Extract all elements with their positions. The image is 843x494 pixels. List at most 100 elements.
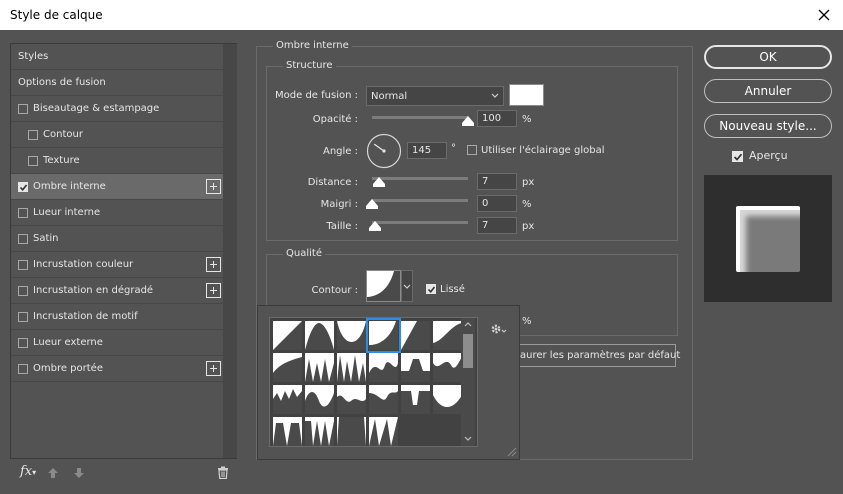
contour-preset-tile[interactable] bbox=[337, 417, 366, 446]
sidebar-item-label: Lueur externe bbox=[33, 337, 103, 348]
contour-preset-tile[interactable] bbox=[433, 353, 462, 382]
contour-preset-tile[interactable] bbox=[433, 385, 462, 414]
add-effect-icon[interactable] bbox=[206, 361, 221, 376]
contour-preset-tile[interactable] bbox=[337, 353, 366, 382]
preview-checkbox[interactable] bbox=[732, 151, 743, 162]
fx-icon[interactable]: fx▾ bbox=[20, 464, 36, 479]
add-effect-icon[interactable] bbox=[206, 179, 221, 194]
global-light-checkbox[interactable] bbox=[467, 145, 477, 155]
contour-preset-tile[interactable] bbox=[401, 321, 430, 350]
sidebar-item[interactable]: Texture bbox=[11, 148, 223, 174]
sidebar-item-checkbox[interactable] bbox=[18, 260, 28, 270]
sidebar-item-checkbox[interactable] bbox=[18, 104, 28, 114]
sidebar-item[interactable]: Incrustation en dégradé bbox=[11, 278, 223, 304]
angle-input[interactable]: 145 bbox=[407, 142, 447, 159]
contour-preset-tile[interactable] bbox=[401, 385, 430, 414]
sidebar-item-checkbox[interactable] bbox=[28, 156, 38, 166]
contour-preset-tile[interactable] bbox=[305, 385, 334, 414]
opacity-input[interactable]: 100 bbox=[477, 110, 517, 127]
choke-slider[interactable] bbox=[372, 199, 468, 202]
blend-mode-value: Normal bbox=[371, 91, 408, 102]
size-slider-thumb[interactable] bbox=[368, 221, 381, 231]
arrow-down-icon[interactable] bbox=[73, 467, 85, 479]
contour-preset-tile[interactable] bbox=[337, 321, 366, 350]
opacity-slider-thumb[interactable] bbox=[462, 116, 474, 126]
contour-preset-tile[interactable] bbox=[401, 353, 430, 382]
distance-input[interactable]: 7 bbox=[477, 173, 517, 190]
contour-preset-tile[interactable] bbox=[273, 417, 302, 446]
sidebar-item[interactable]: Lueur externe bbox=[11, 330, 223, 356]
trash-icon[interactable] bbox=[217, 466, 229, 479]
preview-label: Aperçu bbox=[749, 149, 788, 162]
sidebar-item-checkbox[interactable] bbox=[18, 182, 28, 192]
sidebar-item[interactable]: Options de fusion bbox=[11, 70, 223, 96]
sidebar-item[interactable]: Contour bbox=[11, 122, 223, 148]
preview-thumbnail bbox=[704, 175, 832, 302]
contour-preset-tile[interactable] bbox=[369, 417, 398, 446]
add-effect-icon[interactable] bbox=[206, 257, 221, 272]
sidebar-item-checkbox[interactable] bbox=[18, 208, 28, 218]
blend-mode-select[interactable]: Normal bbox=[366, 86, 504, 106]
add-effect-icon[interactable] bbox=[206, 283, 221, 298]
contour-preset-tile[interactable] bbox=[433, 321, 462, 350]
inner-shadow-title: Ombre interne bbox=[273, 40, 352, 51]
sidebar-item[interactable]: Ombre portée bbox=[11, 356, 223, 382]
shadow-color-swatch[interactable] bbox=[509, 84, 544, 106]
chevron-up-icon[interactable] bbox=[464, 321, 472, 327]
distance-unit: px bbox=[522, 177, 535, 188]
cancel-button[interactable]: Annuler bbox=[704, 79, 832, 103]
contour-preview[interactable] bbox=[366, 270, 401, 302]
contour-preset-tile[interactable] bbox=[305, 353, 334, 382]
sidebar-item-label: Incrustation couleur bbox=[33, 259, 134, 270]
chevron-down-icon[interactable] bbox=[464, 436, 472, 442]
contour-preset-tile[interactable] bbox=[273, 321, 302, 350]
sidebar-item[interactable]: Lueur interne bbox=[11, 200, 223, 226]
new-style-button[interactable]: Nouveau style... bbox=[704, 114, 832, 138]
sidebar-item[interactable]: Styles bbox=[11, 44, 223, 70]
resize-grip-icon[interactable] bbox=[507, 447, 517, 457]
contour-preset-tile[interactable] bbox=[305, 321, 334, 350]
style-list-scrollbar[interactable] bbox=[223, 44, 237, 458]
contour-preset-tile[interactable] bbox=[369, 385, 398, 414]
distance-slider[interactable] bbox=[372, 177, 468, 180]
contour-preset-tile[interactable] bbox=[273, 385, 302, 414]
size-input[interactable]: 7 bbox=[477, 217, 517, 234]
antialias-label: Lissé bbox=[440, 284, 465, 295]
distance-slider-thumb[interactable] bbox=[372, 177, 385, 187]
sidebar-item[interactable]: Satin bbox=[11, 226, 223, 252]
close-icon[interactable] bbox=[813, 4, 835, 26]
contour-picker-scroll-thumb[interactable] bbox=[463, 334, 473, 368]
sidebar-item-checkbox[interactable] bbox=[18, 286, 28, 296]
opacity-slider[interactable] bbox=[372, 116, 468, 119]
antialias-checkbox[interactable] bbox=[426, 284, 436, 294]
sidebar-item-checkbox[interactable] bbox=[18, 364, 28, 374]
sidebar-item[interactable]: Biseautage & estampage bbox=[11, 96, 223, 122]
contour-preset-tile[interactable] bbox=[305, 417, 334, 446]
sidebar-item[interactable]: Ombre interne bbox=[11, 174, 223, 200]
sidebar-item-checkbox[interactable] bbox=[18, 338, 28, 348]
contour-preset-tile[interactable] bbox=[337, 385, 366, 414]
opacity-unit: % bbox=[522, 114, 532, 125]
sidebar-item-checkbox[interactable] bbox=[28, 130, 38, 140]
sidebar-item[interactable]: Incrustation couleur bbox=[11, 252, 223, 278]
size-slider[interactable] bbox=[372, 221, 468, 224]
contour-dropdown-button[interactable] bbox=[401, 270, 413, 302]
contour-preset-tile[interactable] bbox=[273, 353, 302, 382]
choke-label: Maigri : bbox=[320, 199, 358, 210]
sidebar-item-checkbox[interactable] bbox=[18, 312, 28, 322]
sidebar-item-label: Lueur interne bbox=[33, 207, 101, 218]
chevron-down-icon bbox=[403, 284, 411, 289]
arrow-up-icon[interactable] bbox=[47, 467, 59, 479]
choke-input[interactable]: 0 bbox=[477, 195, 517, 212]
gear-icon[interactable] bbox=[490, 323, 508, 335]
angle-dial[interactable] bbox=[366, 133, 402, 169]
contour-preset-tile[interactable] bbox=[366, 318, 401, 353]
ok-button[interactable]: OK bbox=[704, 45, 832, 69]
window-title: Style de calque bbox=[10, 8, 103, 22]
contour-picker-scrollbar[interactable] bbox=[461, 318, 475, 446]
reset-defaults-button[interactable]: aurer les paramètres par défaut bbox=[509, 344, 680, 367]
choke-slider-thumb[interactable] bbox=[366, 199, 378, 209]
sidebar-item[interactable]: Incrustation de motif bbox=[11, 304, 223, 330]
sidebar-item-checkbox[interactable] bbox=[18, 234, 28, 244]
contour-preset-tile[interactable] bbox=[369, 353, 398, 382]
